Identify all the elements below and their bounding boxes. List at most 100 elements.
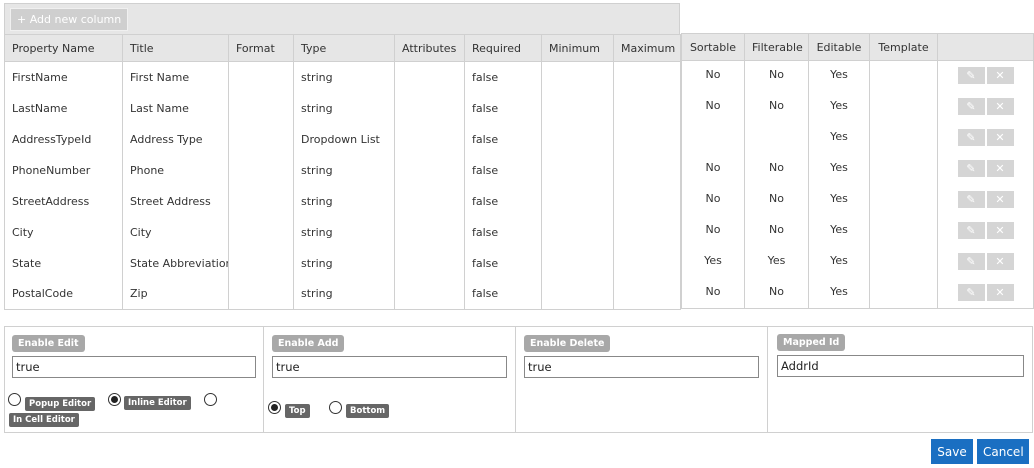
table-cell: string bbox=[293, 247, 395, 279]
table-cell: Yes bbox=[681, 246, 745, 278]
table-cell bbox=[228, 185, 294, 217]
table-cell bbox=[228, 61, 294, 93]
enable-add-label: Enable Add bbox=[272, 335, 345, 352]
table-cell bbox=[541, 247, 614, 279]
table-cell: StreetAddress bbox=[4, 185, 123, 217]
column-header[interactable]: Title bbox=[122, 34, 229, 62]
table-cell: AddressTypeId bbox=[4, 123, 123, 155]
column-header[interactable]: Minimum bbox=[541, 34, 614, 62]
table-cell: false bbox=[464, 92, 542, 124]
save-button[interactable]: Save bbox=[931, 439, 973, 464]
table-cell: false bbox=[464, 216, 542, 248]
table-cell: Phone bbox=[122, 154, 229, 186]
bottom-radio[interactable] bbox=[329, 401, 342, 414]
table-row: StreetAddress Street Address string false bbox=[4, 185, 681, 217]
enable-edit-label: Enable Edit bbox=[12, 335, 85, 352]
row-actions: ✎ ✕ bbox=[937, 91, 1034, 123]
table-cell bbox=[228, 216, 294, 248]
table-cell: No bbox=[744, 184, 809, 216]
table-cell: No bbox=[744, 153, 809, 185]
add-new-column-label: Add new column bbox=[29, 13, 122, 26]
table-cell: Yes bbox=[808, 91, 870, 123]
edit-icon[interactable]: ✎ bbox=[957, 190, 985, 208]
table-cell: Yes bbox=[744, 246, 809, 278]
column-header[interactable]: Type bbox=[293, 34, 395, 62]
table-cell bbox=[869, 153, 938, 185]
mapped-id-input[interactable] bbox=[777, 355, 1024, 377]
in-cell-editor-label: In Cell Editor bbox=[9, 413, 79, 427]
top-radio[interactable] bbox=[268, 401, 281, 414]
table-row: LastName Last Name string false bbox=[4, 92, 681, 124]
edit-icon[interactable]: ✎ bbox=[957, 67, 985, 84]
edit-icon[interactable]: ✎ bbox=[957, 252, 985, 270]
table-cell bbox=[394, 185, 465, 217]
table-cell bbox=[394, 92, 465, 124]
column-header[interactable] bbox=[937, 33, 1034, 61]
enable-edit-input[interactable] bbox=[12, 356, 256, 378]
column-header[interactable]: Editable bbox=[808, 33, 870, 61]
table-row: No No Yes ✎ ✕ bbox=[681, 153, 1034, 185]
edit-icon[interactable]: ✎ bbox=[957, 97, 985, 115]
table-cell: No bbox=[744, 277, 809, 309]
popup-editor-radio[interactable] bbox=[8, 393, 21, 406]
column-header[interactable]: Sortable bbox=[681, 33, 745, 61]
row-actions: ✎ ✕ bbox=[937, 153, 1034, 185]
delete-icon[interactable]: ✕ bbox=[986, 190, 1014, 208]
table-cell bbox=[394, 154, 465, 186]
delete-icon[interactable]: ✕ bbox=[986, 97, 1014, 115]
table-cell: Yes bbox=[808, 122, 870, 154]
table-cell: No bbox=[681, 153, 745, 185]
table-cell bbox=[869, 60, 938, 92]
table-cell: No bbox=[681, 184, 745, 216]
column-header[interactable]: Filterable bbox=[744, 33, 809, 61]
table-cell: Last Name bbox=[122, 92, 229, 124]
table-cell: Zip bbox=[122, 278, 229, 310]
column-header[interactable]: Maximum bbox=[613, 34, 681, 62]
column-header[interactable]: Property Name bbox=[4, 34, 123, 62]
column-header[interactable]: Required bbox=[464, 34, 542, 62]
table-cell bbox=[541, 216, 614, 248]
delete-icon[interactable]: ✕ bbox=[986, 67, 1014, 84]
row-actions: ✎ ✕ bbox=[937, 215, 1034, 247]
columns-options-table: Sortable Filterable Editable Template No No Ye… bbox=[681, 33, 1034, 309]
delete-icon[interactable]: ✕ bbox=[986, 221, 1014, 239]
table-cell bbox=[613, 185, 681, 217]
table-row: Yes Yes Yes ✎ ✕ bbox=[681, 246, 1034, 278]
table-cell bbox=[394, 216, 465, 248]
table-cell: string bbox=[293, 216, 395, 248]
table-cell bbox=[869, 91, 938, 123]
cancel-button[interactable]: Cancel bbox=[977, 439, 1029, 464]
enable-add-input[interactable] bbox=[272, 356, 507, 378]
table-cell: Address Type bbox=[122, 123, 229, 155]
column-header[interactable]: Template bbox=[869, 33, 938, 61]
table-cell bbox=[541, 278, 614, 310]
table-cell: PostalCode bbox=[4, 278, 123, 310]
table-cell bbox=[541, 123, 614, 155]
in-cell-editor-radio[interactable] bbox=[204, 393, 217, 406]
column-header[interactable]: Format bbox=[228, 34, 294, 62]
edit-icon[interactable]: ✎ bbox=[957, 283, 985, 301]
table-cell bbox=[869, 246, 938, 278]
inline-editor-radio[interactable] bbox=[108, 393, 121, 406]
delete-icon[interactable]: ✕ bbox=[986, 283, 1014, 301]
table-cell: No bbox=[744, 215, 809, 247]
edit-icon[interactable]: ✎ bbox=[957, 128, 985, 146]
table-cell bbox=[613, 247, 681, 279]
table-cell bbox=[613, 92, 681, 124]
table-cell bbox=[394, 278, 465, 310]
table-cell bbox=[744, 122, 809, 154]
enable-delete-input[interactable] bbox=[524, 356, 759, 378]
add-new-column-button[interactable]: + Add new column bbox=[10, 8, 129, 31]
table-cell: false bbox=[464, 185, 542, 217]
delete-icon[interactable]: ✕ bbox=[986, 159, 1014, 177]
row-actions: ✎ ✕ bbox=[937, 184, 1034, 216]
column-header[interactable]: Attributes bbox=[394, 34, 465, 62]
delete-icon[interactable]: ✕ bbox=[986, 252, 1014, 270]
table-cell bbox=[869, 277, 938, 309]
table-row: AddressTypeId Address Type Dropdown List fa… bbox=[4, 123, 681, 155]
table-cell bbox=[541, 154, 614, 186]
delete-icon[interactable]: ✕ bbox=[986, 128, 1014, 146]
edit-icon[interactable]: ✎ bbox=[957, 159, 985, 177]
table-cell: No bbox=[681, 60, 745, 92]
edit-icon[interactable]: ✎ bbox=[957, 221, 985, 239]
